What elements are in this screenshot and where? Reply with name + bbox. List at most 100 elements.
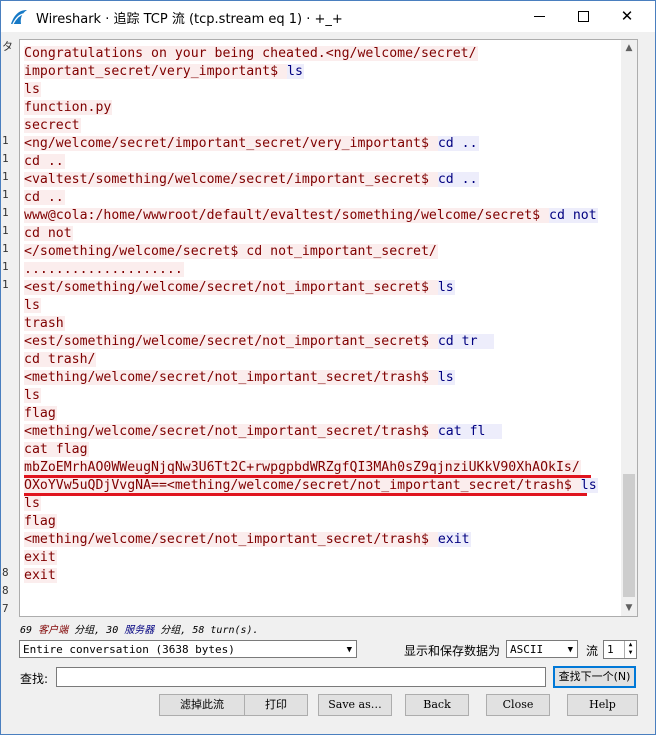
stream-line: ls	[24, 81, 616, 99]
stream-line: trash	[24, 315, 616, 333]
edge-char: 1	[2, 206, 9, 219]
stream-line: <mething/welcome/secret/not_important_se…	[24, 369, 616, 387]
edge-char: 1	[2, 278, 9, 291]
window-title: Wireshark · 追踪 TCP 流 (tcp.stream eq 1) ·…	[36, 12, 343, 27]
follow-tcp-stream-window: Wireshark · 追踪 TCP 流 (tcp.stream eq 1) ·…	[0, 0, 656, 735]
encoding-select[interactable]: ASCII ▼	[506, 640, 578, 658]
conversation-select-value: Entire conversation (3638 bytes)	[23, 643, 235, 656]
client-text: <mething/welcome/secret/not_important_se…	[24, 532, 438, 547]
stream-line: cd trash/	[24, 351, 616, 369]
client-text: flag	[24, 514, 57, 529]
stream-line: ls	[24, 495, 616, 513]
edge-char: 1	[2, 188, 9, 201]
vertical-scrollbar[interactable]: ▲ ▼	[621, 40, 637, 616]
red-underline-annotation	[24, 475, 591, 478]
server-text: cat fl	[437, 424, 503, 439]
edge-char: 8	[2, 584, 9, 597]
client-text: <ng/welcome/secret/important_secret/very…	[24, 136, 438, 151]
server-text: ls	[437, 370, 455, 385]
stream-line: cd ..	[24, 189, 616, 207]
stream-line: exit	[24, 549, 616, 567]
edge-char: 1	[2, 152, 9, 165]
chevron-down-icon: ▼	[567, 645, 573, 655]
server-text: cd not	[549, 208, 598, 223]
client-text: OXoYVw5uQDjVvgNA==<mething/welcome/secre…	[24, 478, 581, 493]
stream-text[interactable]: Congratulations on your being cheated.<n…	[24, 45, 616, 585]
server-label: 服务器	[124, 625, 155, 636]
stream-line: www@cola:/home/wwwroot/default/evaltest/…	[24, 207, 616, 225]
stream-line: cd not	[24, 225, 616, 243]
title-bar[interactable]: Wireshark · 追踪 TCP 流 (tcp.stream eq 1) ·…	[1, 1, 655, 32]
client-text: Congratulations on your being cheated.<n…	[24, 46, 478, 61]
turn-count: 58 turn(s).	[192, 625, 259, 636]
back-button[interactable]: Back	[405, 694, 469, 716]
stream-line: cat flag	[24, 441, 616, 459]
save-as-button[interactable]: Save as…	[318, 694, 392, 716]
scroll-down-arrow-icon[interactable]: ▼	[621, 600, 637, 616]
client-text: ls	[24, 388, 41, 403]
client-text: cd ..	[24, 154, 65, 169]
server-text: exit	[437, 532, 471, 547]
server-text: ls	[580, 478, 598, 493]
client-text: <valtest/something/welcome/secret/import…	[24, 172, 438, 187]
stream-line: exit	[24, 567, 616, 585]
server-text: ls	[437, 280, 455, 295]
client-text: ls	[24, 496, 41, 511]
stream-content-pane[interactable]: Congratulations on your being cheated.<n…	[19, 39, 638, 617]
edge-char: 1	[2, 260, 9, 273]
minimize-button[interactable]	[517, 1, 563, 32]
server-packet-count: 30	[106, 625, 119, 636]
stream-number-value: 1	[607, 643, 614, 656]
close-window-button[interactable]: ✕	[604, 1, 650, 32]
print-button[interactable]: 打印	[244, 694, 308, 716]
stream-line: <est/something/welcome/secret/not_import…	[24, 333, 616, 351]
stream-line: important_secret/very_important$ ls	[24, 63, 616, 81]
client-text: <mething/welcome/secret/not_important_se…	[24, 370, 438, 385]
client-text: exit	[24, 568, 57, 583]
client-label: 客户端	[38, 625, 69, 636]
edge-char: 1	[2, 224, 9, 237]
stream-line: Congratulations on your being cheated.<n…	[24, 45, 616, 63]
server-text: cd ..	[437, 136, 479, 151]
maximize-button[interactable]	[560, 1, 606, 32]
client-text: secrect	[24, 118, 81, 133]
stream-line: function.py	[24, 99, 616, 117]
stream-line: <valtest/something/welcome/secret/import…	[24, 171, 616, 189]
conversation-select[interactable]: Entire conversation (3638 bytes) ▼	[19, 640, 357, 658]
client-text: www@cola:/home/wwwroot/default/evaltest/…	[24, 208, 550, 223]
client-packet-count: 69	[20, 625, 33, 636]
edge-char: タ	[2, 40, 13, 53]
stream-number-spinbox[interactable]: 1 ▲ ▼	[603, 640, 637, 659]
client-text: important_secret/very_important$	[24, 64, 288, 79]
find-input[interactable]	[56, 667, 546, 687]
stream-line: ls	[24, 297, 616, 315]
red-underline-annotation	[24, 493, 587, 496]
edge-char: 1	[2, 242, 9, 255]
stream-line: ....................	[24, 261, 616, 279]
stream-number-label: 流	[586, 644, 599, 658]
stream-line: secrect	[24, 117, 616, 135]
stream-line: ls	[24, 387, 616, 405]
chevron-down-icon: ▼	[346, 645, 352, 655]
stream-line: <est/something/welcome/secret/not_import…	[24, 279, 616, 297]
find-next-button[interactable]: 查找下一个(N)	[553, 666, 636, 688]
scrollbar-thumb[interactable]	[623, 474, 635, 597]
background-packet-list-edge: タ 1 1 1 1 1 1 1 1 1 8 8 7	[1, 32, 15, 632]
close-button[interactable]: Close	[486, 694, 550, 716]
find-label: 查找:	[20, 672, 49, 686]
client-text: <mething/welcome/secret/not_important_se…	[24, 424, 438, 439]
stream-line: cd ..	[24, 153, 616, 171]
help-button[interactable]: Help	[567, 694, 638, 716]
client-text: mbZoEMrhAO0WWeugNjqNw3U6Tt2C+rwpgpbdWRZg…	[24, 460, 581, 475]
spin-arrows-icon[interactable]: ▲ ▼	[624, 641, 636, 658]
scroll-up-arrow-icon[interactable]: ▲	[621, 40, 637, 56]
client-text: cd trash/	[24, 352, 97, 367]
client-text: cd not	[24, 226, 73, 241]
filter-out-stream-button[interactable]: 滤掉此流	[159, 694, 245, 716]
client-text: <est/something/welcome/secret/not_import…	[24, 280, 438, 295]
client-text: exit	[24, 550, 57, 565]
client-text: cat flag	[24, 442, 89, 457]
stream-line: </something/welcome/secret$ cd not_impor…	[24, 243, 616, 261]
stream-line: <mething/welcome/secret/not_important_se…	[24, 531, 616, 549]
client-suffix: 分组,	[74, 625, 101, 636]
